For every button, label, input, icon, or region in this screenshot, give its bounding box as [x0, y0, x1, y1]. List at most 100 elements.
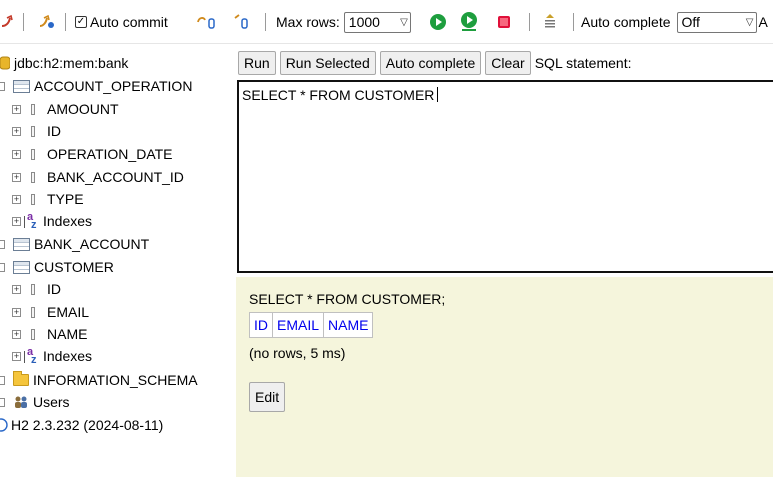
clear-button[interactable]: Clear — [485, 51, 531, 75]
toolbar-separator — [23, 13, 24, 31]
column-icon — [31, 283, 35, 295]
run-button[interactable]: Run — [238, 51, 276, 75]
result-column-header[interactable]: NAME — [323, 312, 374, 338]
toolbar-separator — [65, 13, 66, 31]
tree-node-column[interactable]: + OPERATION_DATE — [12, 144, 173, 164]
tree-node-information-schema[interactable]: INFORMATION_SCHEMA — [0, 370, 198, 390]
expand-icon[interactable]: + — [12, 216, 21, 226]
schema-name: INFORMATION_SCHEMA — [33, 372, 198, 388]
sql-button-row: Run Run Selected Auto complete Clear SQL… — [238, 51, 631, 75]
version-label: H2 2.3.232 (2024-08-11) — [11, 417, 164, 433]
auto-complete-label: Auto complete — [581, 14, 671, 30]
auto-complete-select[interactable]: Off ▽ — [676, 11, 757, 33]
indexes-label: Indexes — [43, 213, 93, 229]
history-icon[interactable] — [543, 0, 557, 43]
refresh-icon[interactable] — [0, 0, 14, 43]
tree-node-table-customer[interactable]: CUSTOMER — [0, 257, 114, 277]
column-icon — [31, 125, 35, 137]
max-rows-select[interactable]: 1000 ▽ — [343, 11, 411, 33]
auto-commit-checkbox[interactable]: ✓ Auto commit — [75, 0, 168, 43]
toolbar-separator — [265, 13, 266, 31]
tree-node-version: H2 2.3.232 (2024-08-11) — [0, 415, 163, 435]
users-label: Users — [33, 394, 70, 410]
index-sort-icon: az — [23, 346, 39, 366]
column-icon — [31, 103, 35, 115]
database-icon — [0, 56, 10, 70]
result-column-header[interactable]: ID — [249, 312, 273, 338]
result-table: ID EMAIL NAME — [249, 312, 374, 338]
expand-icon[interactable]: + — [12, 126, 21, 136]
indexes-label: Indexes — [43, 348, 93, 364]
auto-complete-control: Auto complete Off ▽ A — [581, 0, 768, 43]
column-icon — [31, 171, 35, 183]
tree-node-column[interactable]: + ID — [12, 279, 61, 299]
results-panel: SELECT * FROM CUSTOMER; ID EMAIL NAME (n… — [236, 277, 773, 477]
table-name: CUSTOMER — [34, 259, 114, 275]
auto-commit-label: Auto commit — [90, 14, 168, 30]
chevron-down-icon: ▽ — [400, 16, 408, 28]
run-icon[interactable] — [429, 0, 447, 43]
expand-icon[interactable]: + — [12, 329, 21, 339]
commit-icon[interactable] — [232, 0, 252, 43]
result-info: (no rows, 5 ms) — [249, 345, 346, 361]
tree-node-users[interactable]: Users — [0, 392, 70, 412]
users-icon — [15, 396, 27, 408]
column-name: BANK_ACCOUNT_ID — [47, 169, 184, 185]
toolbar-separator — [573, 13, 574, 31]
tree-node-table-account-operation[interactable]: ACCOUNT_OPERATION — [0, 76, 192, 96]
run-selected-icon[interactable] — [459, 0, 479, 43]
truncated-toolbar-label: A — [758, 14, 768, 30]
edit-button[interactable]: Edit — [249, 382, 286, 412]
folder-icon — [13, 371, 29, 386]
tree-node-database[interactable]: jdbc:h2:mem:bank — [0, 53, 128, 73]
result-column-header[interactable]: EMAIL — [271, 312, 325, 338]
collapse-icon[interactable] — [0, 81, 5, 91]
index-sort-icon: az — [23, 211, 39, 231]
column-icon — [31, 148, 35, 160]
expand-icon[interactable] — [0, 375, 5, 385]
tree-node-column[interactable]: + BANK_ACCOUNT_ID — [12, 167, 184, 187]
expand-icon[interactable]: + — [12, 307, 21, 317]
max-rows-label: Max rows: — [276, 14, 340, 30]
auto-commit-icon[interactable] — [37, 0, 55, 43]
table-icon — [13, 260, 30, 274]
checkbox-checked-icon[interactable]: ✓ — [75, 16, 87, 28]
expand-icon[interactable]: + — [12, 104, 21, 114]
column-name: NAME — [47, 326, 88, 342]
expand-icon[interactable]: + — [12, 194, 21, 204]
tree-node-column[interactable]: + NAME — [12, 324, 87, 344]
expand-icon[interactable]: + — [12, 149, 21, 159]
column-name: EMAIL — [47, 304, 90, 320]
toolbar-separator — [529, 13, 530, 31]
column-icon — [31, 193, 35, 205]
chevron-down-icon: ▽ — [745, 16, 754, 28]
auto-complete-button[interactable]: Auto complete — [379, 51, 482, 75]
collapse-icon[interactable] — [0, 262, 5, 272]
tree-node-column[interactable]: + ID — [12, 121, 61, 141]
column-name: OPERATION_DATE — [47, 146, 173, 162]
rollback-icon[interactable] — [196, 0, 216, 43]
tree-node-table-bank-account[interactable]: BANK_ACCOUNT — [0, 234, 149, 254]
expand-icon[interactable]: + — [12, 172, 21, 182]
max-rows-value: 1000 — [348, 14, 380, 30]
column-name: ID — [47, 123, 61, 139]
auto-complete-value: Off — [681, 14, 700, 30]
expand-icon[interactable]: + — [12, 351, 21, 361]
column-icon — [31, 328, 35, 340]
tree-node-column[interactable]: + AMOOUNT — [12, 99, 119, 119]
database-url: jdbc:h2:mem:bank — [14, 55, 129, 71]
database-tree: jdbc:h2:mem:bank ACCOUNT_OPERATION + AMO… — [0, 44, 236, 477]
info-icon — [0, 418, 8, 432]
sql-editor[interactable]: SELECT * FROM CUSTOMER — [237, 80, 773, 273]
expand-icon[interactable]: + — [12, 284, 21, 294]
stop-icon[interactable] — [496, 0, 512, 43]
run-selected-button[interactable]: Run Selected — [279, 51, 376, 75]
expand-icon[interactable] — [0, 397, 5, 407]
tree-node-column[interactable]: + TYPE — [12, 189, 84, 209]
tree-node-column[interactable]: + EMAIL — [12, 302, 89, 322]
tree-node-indexes[interactable]: + az Indexes — [12, 346, 92, 366]
tree-node-indexes[interactable]: + az Indexes — [12, 211, 92, 231]
column-name: TYPE — [47, 191, 84, 207]
table-name: ACCOUNT_OPERATION — [34, 78, 193, 94]
expand-icon[interactable] — [0, 239, 5, 249]
